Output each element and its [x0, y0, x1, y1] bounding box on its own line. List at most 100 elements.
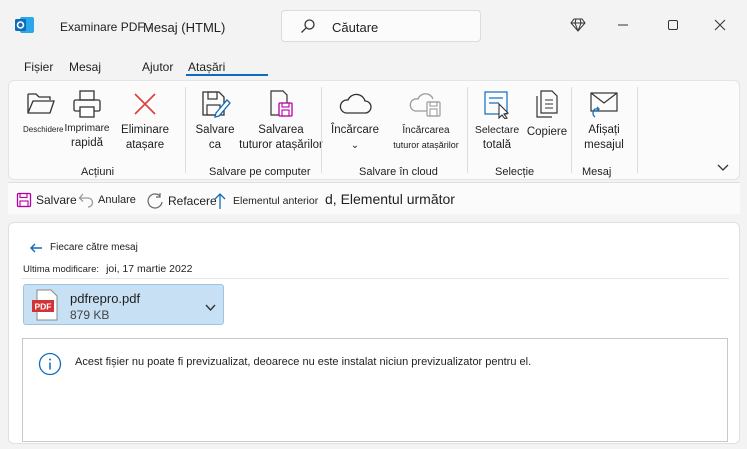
maximize-button[interactable] [658, 12, 688, 38]
save-as-button[interactable]: Salvare ca [193, 89, 237, 153]
select-all-icon [484, 91, 510, 119]
select-all-button[interactable]: Selectare totală [473, 89, 521, 153]
tab-help[interactable]: Ajutor [142, 60, 173, 74]
outlook-logo [15, 17, 34, 33]
x-remove-icon [134, 93, 156, 115]
upload-l1: Încărcare [331, 124, 379, 136]
search-placeholder: Căutare [332, 20, 379, 35]
minimize-button[interactable] [608, 12, 638, 38]
cloud-save-icon [409, 93, 441, 117]
remove-l1: Eliminare [121, 124, 169, 136]
maximize-icon [668, 20, 678, 30]
envelope-icon [590, 92, 618, 118]
arrow-left-icon [30, 243, 42, 252]
qa-next-label: d, Elementul următor [325, 191, 455, 207]
close-icon [714, 19, 726, 31]
cloud-group-label: Salvare în cloud [359, 166, 438, 178]
modified-value: joi, 17 martie 2022 [106, 263, 193, 275]
attachment-size: 879 KB [70, 308, 110, 322]
group-separator [321, 87, 322, 173]
attachment-menu-button[interactable] [205, 301, 216, 315]
save-as-l2: ca [208, 139, 222, 151]
minimize-icon [618, 24, 628, 26]
active-tab-indicator [186, 74, 268, 76]
quick-print-l1: Imprimare [64, 123, 110, 134]
select-all-l1: Selectare [474, 124, 520, 136]
copy-button[interactable]: Copiere [523, 89, 571, 140]
qa-undo-button[interactable]: Anulare [78, 192, 136, 208]
remove-attachment-button[interactable]: Eliminare atașare [117, 89, 173, 153]
diamond-icon [570, 18, 586, 32]
save-all-l2: tuturor atașărilor [239, 139, 323, 151]
qa-previous-item-button[interactable]: Elementul anterior [213, 192, 318, 210]
search-icon [301, 19, 315, 33]
tab-attachments[interactable]: Atașări [188, 60, 225, 74]
show-msg-l1: Afișați [588, 124, 620, 136]
actions-group-label: Acțiuni [81, 166, 115, 178]
copy-label: Copiere [526, 126, 568, 138]
ribbon-tabs: Fișier Mesaj Ajutor Atașări [0, 52, 747, 78]
modified-label: Ultima modificare: [23, 264, 100, 275]
attachment-card[interactable]: PDF pdfrepro.pdf 879 KB [23, 284, 224, 325]
qa-redo-label: Refacere [168, 194, 217, 208]
divider [21, 278, 729, 279]
info-icon [38, 352, 62, 376]
upload-all-l2: tuturor atașărilor [393, 140, 459, 150]
remove-l2: atașare [125, 139, 165, 151]
printer-icon [73, 90, 101, 118]
quick-print-l2: rapidă [71, 137, 103, 149]
chevron-down-icon [205, 304, 216, 312]
tab-file[interactable]: Fișier [24, 60, 53, 74]
close-button[interactable] [705, 12, 735, 38]
group-separator [571, 87, 572, 173]
save-as-l1: Salvare [195, 124, 235, 136]
folder-open-icon [27, 93, 55, 114]
selection-group-label: Selecție [495, 166, 535, 178]
message-group-label: Mesaj [582, 166, 612, 178]
open-button[interactable]: Deschidere [23, 89, 64, 137]
window-title: Mesaj (HTML) [143, 20, 226, 35]
show-msg-l2: mesajul [584, 139, 624, 151]
arrow-up-icon [214, 193, 226, 209]
group-separator [467, 87, 468, 173]
save-all-icon [270, 90, 293, 117]
select-all-l2: totală [482, 139, 512, 151]
upload-all-l1: Încărcarea [402, 125, 450, 136]
qa-next-item-button[interactable]: d, Elementul următor [325, 191, 455, 207]
preview-unavailable-text: Acest fișier nu poate fi previzualizat, … [75, 356, 532, 368]
pdf-icon: PDF [32, 289, 58, 321]
pdf-badge-text: PDF [35, 302, 52, 312]
tab-message[interactable]: Mesaj [69, 60, 101, 74]
preview-message-box: Acest fișier nu poate fi previzualizat, … [22, 338, 728, 442]
attachment-name: pdfrepro.pdf [70, 291, 141, 306]
upload-all-button[interactable]: Încărcarea tuturor atașărilor [385, 89, 467, 153]
qa-previous-label: Elementul anterior [233, 195, 319, 207]
qa-undo-label: Anulare [98, 194, 136, 206]
quick-print-button[interactable]: Imprimare rapidă [61, 89, 113, 151]
redo-icon [147, 193, 163, 209]
back-to-message-link[interactable]: Fiecare către mesaj [29, 242, 138, 253]
cloud-icon [339, 93, 372, 114]
save-pc-group-label: Salvare pe computer [209, 166, 311, 178]
premium-button[interactable] [563, 12, 593, 38]
attachment-preview-pane: Fiecare către mesaj Ultima modificare: j… [8, 222, 740, 444]
qa-save-label: Salvare [36, 193, 77, 207]
open-label: Deschidere [23, 125, 64, 134]
group-separator [185, 87, 186, 173]
qa-save-button[interactable]: Salvare [16, 192, 77, 208]
upload-button[interactable]: Încărcare ⌄ [327, 89, 383, 153]
qa-redo-button[interactable]: Refacere [146, 192, 217, 210]
last-modified: Ultima modificare: joi, 17 martie 2022 [23, 263, 192, 275]
show-message-button[interactable]: Afișați mesajul [575, 89, 633, 153]
save-icon [16, 192, 32, 208]
search-box[interactable]: Căutare [281, 10, 481, 42]
ribbon-collapse-button[interactable] [717, 161, 729, 175]
save-all-attachments-button[interactable]: Salvarea tuturor atașărilor [239, 89, 323, 153]
undo-icon [78, 193, 94, 208]
copy-icon [536, 90, 558, 118]
save-all-l1: Salvarea [258, 124, 304, 136]
chevron-down-icon [717, 164, 729, 171]
back-label: Fiecare către mesaj [50, 242, 138, 253]
save-edit-icon [202, 91, 231, 118]
ribbon: Deschidere Imprimare rapidă Eliminare at… [8, 80, 740, 180]
